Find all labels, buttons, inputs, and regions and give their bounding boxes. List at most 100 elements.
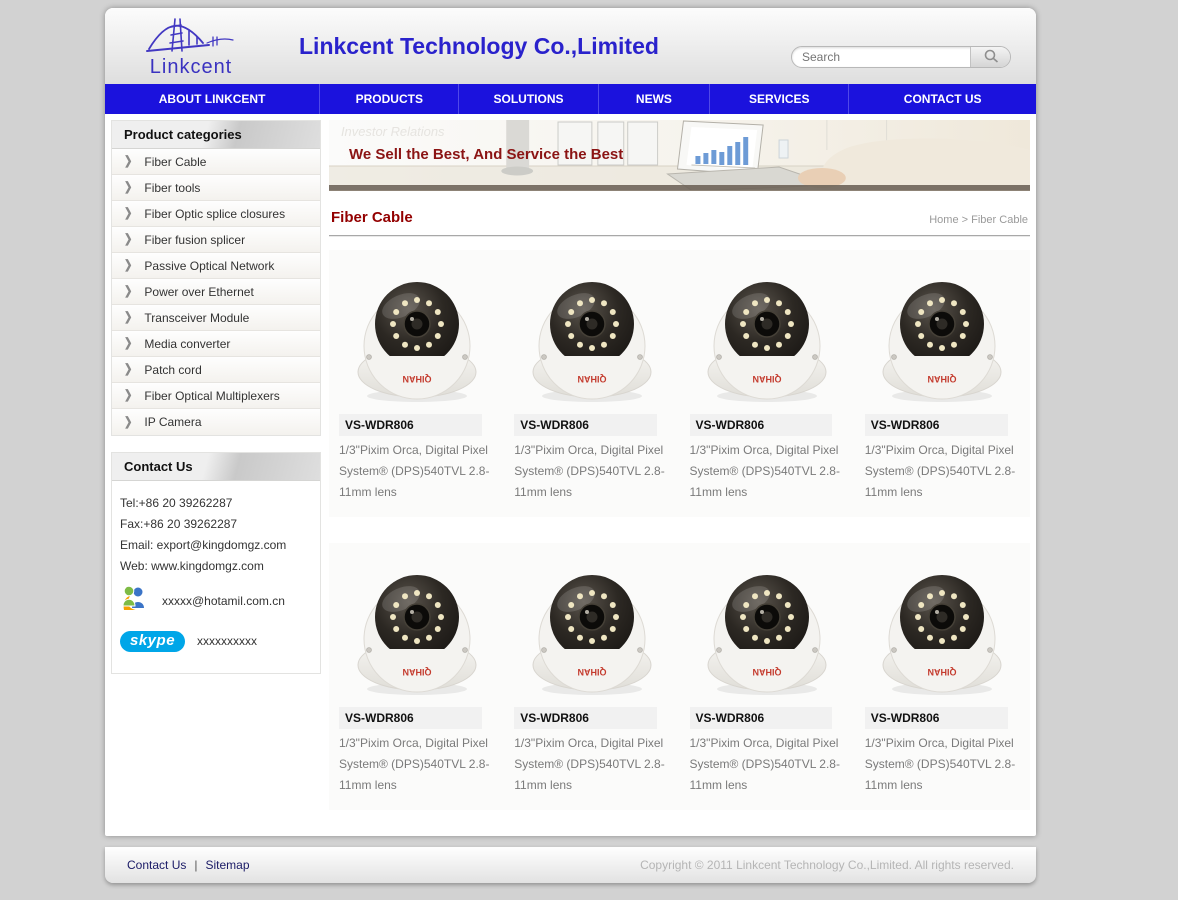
- category-item[interactable]: ❯ Fiber tools: [112, 175, 320, 201]
- chevron-right-icon: ❯: [124, 259, 132, 272]
- product-name[interactable]: VS-WDR806: [690, 707, 833, 729]
- footer-links: Contact Us | Sitemap: [127, 858, 250, 872]
- search-input[interactable]: [792, 47, 970, 67]
- category-item[interactable]: ❯ Patch cord: [112, 357, 320, 383]
- product-card[interactable]: VS-WDR806 1/3"Pixim Orca, Digital Pixel …: [855, 256, 1030, 507]
- chevron-right-icon: ❯: [124, 233, 132, 246]
- nav-item[interactable]: ABOUT LINKCENT: [105, 84, 320, 114]
- category-label: Passive Optical Network: [144, 259, 274, 273]
- header: Linkcent Linkcent Technology Co.,Limited: [105, 8, 1036, 84]
- product-image: [517, 553, 667, 703]
- breadcrumb-home-link[interactable]: Home: [929, 214, 958, 226]
- chevron-right-icon: ❯: [124, 363, 132, 376]
- logo-wordmark: Linkcent: [150, 56, 233, 79]
- category-item[interactable]: ❯ Fiber fusion splicer: [112, 227, 320, 253]
- chevron-right-icon: ❯: [124, 207, 132, 220]
- category-label: Patch cord: [144, 363, 201, 377]
- contact-box: Contact Us Tel:+86 20 39262287 Fax:+86 2…: [111, 452, 321, 674]
- category-label: Transceiver Module: [144, 311, 249, 325]
- skype-row: skype xxxxxxxxxx: [120, 625, 312, 657]
- nav-item[interactable]: NEWS: [599, 84, 711, 114]
- page-container: Linkcent Linkcent Technology Co.,Limited…: [105, 8, 1036, 836]
- product-name[interactable]: VS-WDR806: [339, 414, 482, 436]
- category-item[interactable]: ❯ Fiber Optic splice closures: [112, 201, 320, 227]
- product-name[interactable]: VS-WDR806: [339, 707, 482, 729]
- contact-fax: Fax:+86 20 39262287: [120, 514, 312, 534]
- search-box: [791, 46, 1011, 68]
- skype-icon: skype: [120, 631, 185, 652]
- banner-slogan: We Sell the Best, And Service the Best: [349, 146, 623, 163]
- category-item[interactable]: ❯ Transceiver Module: [112, 305, 320, 331]
- product-image: [692, 260, 842, 410]
- nav-item[interactable]: CONTACT US: [849, 84, 1036, 114]
- footer-separator: |: [194, 858, 197, 872]
- msn-icon: [120, 584, 150, 617]
- chevron-right-icon: ❯: [124, 155, 132, 168]
- main-column: Investor Relations: [321, 120, 1030, 836]
- company-title: Linkcent Technology Co.,Limited: [299, 33, 659, 60]
- product-card[interactable]: VS-WDR806 1/3"Pixim Orca, Digital Pixel …: [680, 549, 855, 800]
- nav-item[interactable]: PRODUCTS: [320, 84, 459, 114]
- product-card[interactable]: VS-WDR806 1/3"Pixim Orca, Digital Pixel …: [680, 256, 855, 507]
- product-image: [342, 260, 492, 410]
- category-item[interactable]: ❯ IP Camera: [112, 409, 320, 435]
- category-item[interactable]: ❯ Fiber Cable: [112, 149, 320, 175]
- product-name[interactable]: VS-WDR806: [690, 414, 833, 436]
- product-grid: VS-WDR806 1/3"Pixim Orca, Digital Pixel …: [329, 250, 1030, 836]
- footer-sitemap-link[interactable]: Sitemap: [205, 858, 249, 872]
- category-label: Fiber tools: [144, 181, 200, 195]
- product-name[interactable]: VS-WDR806: [865, 414, 1008, 436]
- contact-title: Contact Us: [112, 453, 320, 481]
- product-name[interactable]: VS-WDR806: [514, 414, 657, 436]
- category-label: Fiber Optic splice closures: [144, 207, 285, 221]
- nav-item[interactable]: SERVICES: [710, 84, 849, 114]
- product-card[interactable]: VS-WDR806 1/3"Pixim Orca, Digital Pixel …: [329, 549, 504, 800]
- main-nav: ABOUT LINKCENTPRODUCTSSOLUTIONSNEWSSERVI…: [105, 84, 1036, 114]
- nav-item[interactable]: SOLUTIONS: [459, 84, 598, 114]
- contact-tel: Tel:+86 20 39262287: [120, 493, 312, 513]
- product-card[interactable]: VS-WDR806 1/3"Pixim Orca, Digital Pixel …: [504, 549, 679, 800]
- sidebar: Product categories ❯ Fiber Cable ❯ Fiber…: [111, 120, 321, 836]
- chevron-right-icon: ❯: [124, 181, 132, 194]
- product-categories-box: Product categories ❯ Fiber Cable ❯ Fiber…: [111, 120, 321, 436]
- copyright: Copyright © 2011 Linkcent Technology Co.…: [640, 858, 1014, 872]
- category-list: ❯ Fiber Cable ❯ Fiber tools ❯ Fiber Opti…: [112, 149, 320, 435]
- bridge-logo-icon: [143, 13, 239, 62]
- hero-banner: Investor Relations: [329, 120, 1030, 191]
- product-description: 1/3"Pixim Orca, Digital Pixel System® (D…: [339, 733, 494, 796]
- chevron-right-icon: ❯: [124, 285, 132, 298]
- contact-body: Tel:+86 20 39262287 Fax:+86 20 39262287 …: [112, 481, 320, 673]
- footer-contact-link[interactable]: Contact Us: [127, 858, 186, 872]
- msn-row: xxxxx@hotamil.com.cn: [120, 584, 312, 617]
- product-card[interactable]: VS-WDR806 1/3"Pixim Orca, Digital Pixel …: [855, 549, 1030, 800]
- category-label: Fiber Optical Multiplexers: [144, 389, 279, 403]
- product-card[interactable]: VS-WDR806 1/3"Pixim Orca, Digital Pixel …: [504, 256, 679, 507]
- product-description: 1/3"Pixim Orca, Digital Pixel System® (D…: [339, 440, 494, 503]
- category-label: Power over Ethernet: [144, 285, 253, 299]
- product-image: [867, 553, 1017, 703]
- footer: Contact Us | Sitemap Copyright © 2011 Li…: [105, 847, 1036, 883]
- product-description: 1/3"Pixim Orca, Digital Pixel System® (D…: [690, 440, 845, 503]
- breadcrumb-current: Fiber Cable: [971, 214, 1028, 226]
- product-image: [342, 553, 492, 703]
- category-item[interactable]: ❯ Media converter: [112, 331, 320, 357]
- category-item[interactable]: ❯ Power over Ethernet: [112, 279, 320, 305]
- search-button[interactable]: [970, 47, 1010, 67]
- product-card[interactable]: VS-WDR806 1/3"Pixim Orca, Digital Pixel …: [329, 256, 504, 507]
- svg-text:Investor Relations: Investor Relations: [341, 124, 445, 139]
- page-title: Fiber Cable: [331, 209, 413, 226]
- chevron-right-icon: ❯: [124, 389, 132, 402]
- category-item[interactable]: ❯ Fiber Optical Multiplexers: [112, 383, 320, 409]
- product-row: VS-WDR806 1/3"Pixim Orca, Digital Pixel …: [329, 543, 1030, 810]
- product-name[interactable]: VS-WDR806: [865, 707, 1008, 729]
- product-description: 1/3"Pixim Orca, Digital Pixel System® (D…: [514, 440, 669, 503]
- breadcrumb-separator: >: [962, 214, 968, 226]
- product-description: 1/3"Pixim Orca, Digital Pixel System® (D…: [514, 733, 669, 796]
- category-item[interactable]: ❯ Passive Optical Network: [112, 253, 320, 279]
- product-name[interactable]: VS-WDR806: [514, 707, 657, 729]
- product-description: 1/3"Pixim Orca, Digital Pixel System® (D…: [690, 733, 845, 796]
- title-row: Fiber Cable Home > Fiber Cable: [329, 201, 1030, 236]
- contact-skype: xxxxxxxxxx: [197, 634, 257, 648]
- logo[interactable]: Linkcent: [131, 13, 251, 79]
- contact-msn: xxxxx@hotamil.com.cn: [162, 594, 285, 608]
